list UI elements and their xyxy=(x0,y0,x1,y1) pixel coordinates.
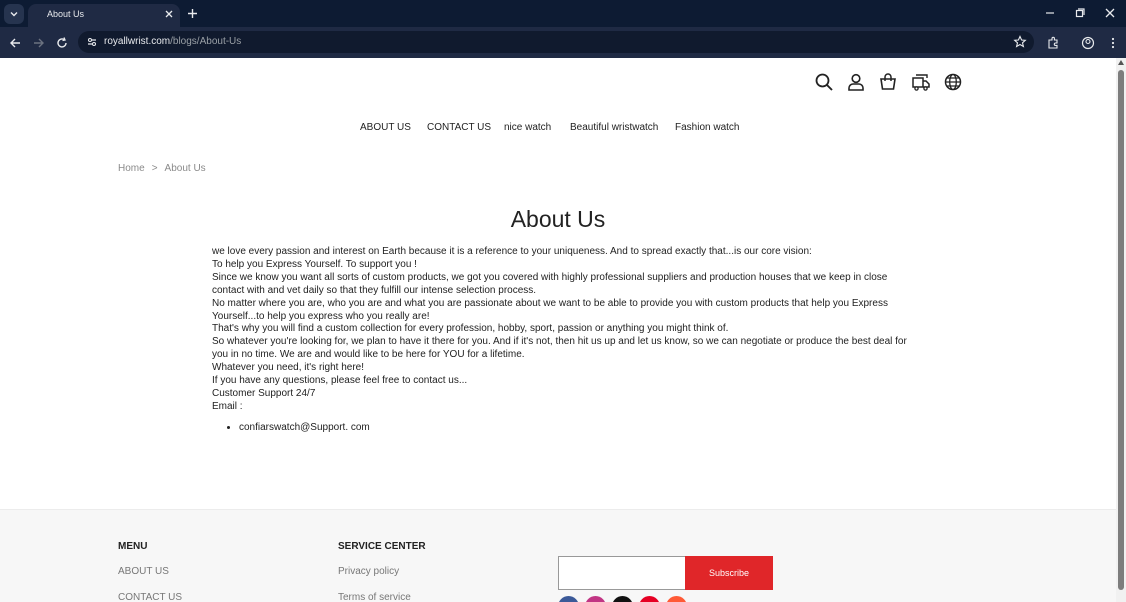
footer-link-privacy-policy[interactable]: Privacy policy xyxy=(338,566,399,577)
breadcrumb-separator: > xyxy=(151,163,158,174)
track-order-icon[interactable] xyxy=(911,72,931,92)
page-title: About Us xyxy=(510,206,606,232)
reload-icon[interactable] xyxy=(55,36,69,50)
extensions-icon[interactable] xyxy=(1046,36,1060,50)
url-text: royallwrist.com/blogs/About-Us xyxy=(104,36,241,47)
profile-icon[interactable] xyxy=(1081,36,1095,50)
youtube-icon[interactable] xyxy=(666,596,687,602)
footer-link-contact-us[interactable]: CONTACT US xyxy=(118,592,182,602)
footer-link-terms-of-service[interactable]: Terms of service xyxy=(338,592,411,602)
footer-link-about-us[interactable]: ABOUT US xyxy=(118,566,169,577)
scroll-up-arrow-icon[interactable] xyxy=(1118,60,1124,65)
url-path: /blogs/About-Us xyxy=(170,36,242,47)
subscribe-button[interactable]: Subscribe xyxy=(685,556,773,590)
new-tab-icon[interactable] xyxy=(187,8,198,19)
account-icon[interactable] xyxy=(846,72,866,92)
browser-tab[interactable]: About Us xyxy=(28,4,180,27)
nav-item-about-us[interactable]: ABOUT US xyxy=(360,122,411,133)
tab-search-button[interactable] xyxy=(4,4,24,24)
article-paragraph: To help you Express Yourself. To support… xyxy=(212,258,417,270)
newsletter-email-input[interactable] xyxy=(558,556,686,590)
menu-dots-icon[interactable] xyxy=(1106,36,1120,50)
footer-service-title: SERVICE CENTER xyxy=(338,541,426,552)
scrollbar-thumb[interactable] xyxy=(1118,70,1124,590)
tab-title: About Us xyxy=(47,9,85,19)
back-icon[interactable] xyxy=(8,36,22,50)
site-info-icon[interactable] xyxy=(86,36,98,48)
search-icon[interactable] xyxy=(814,72,834,92)
article-paragraph: Email : xyxy=(212,400,243,412)
url-host: royallwrist.com xyxy=(104,36,171,47)
article-paragraph: Customer Support 24/7 xyxy=(212,387,316,399)
pinterest-icon[interactable] xyxy=(639,596,660,602)
cart-icon[interactable] xyxy=(878,72,898,92)
window-close-icon[interactable] xyxy=(1104,7,1116,19)
nav-item-fashion-watch[interactable]: Fashion watch xyxy=(675,122,739,133)
web-page: ABOUT US CONTACT US nice watch Beautiful… xyxy=(0,58,1116,602)
article-paragraph: So whatever you're looking for, we plan … xyxy=(212,336,907,361)
address-bar[interactable]: royallwrist.com/blogs/About-Us xyxy=(78,31,1034,53)
nav-item-contact-us[interactable]: CONTACT US xyxy=(427,122,491,133)
chevron-down-icon xyxy=(10,12,18,17)
article-paragraph: No matter where you are, who you are and… xyxy=(212,297,888,322)
forward-icon[interactable] xyxy=(32,36,46,50)
article-paragraph: we love every passion and interest on Ea… xyxy=(212,246,812,257)
bookmark-star-icon[interactable] xyxy=(1013,35,1027,49)
browser-tabbar: About Us xyxy=(0,0,1126,27)
globe-icon[interactable] xyxy=(943,72,963,92)
close-icon[interactable] xyxy=(164,9,174,19)
breadcrumb: Home > About Us xyxy=(118,163,206,174)
article-paragraph: That's why you will find a custom collec… xyxy=(212,323,729,335)
restore-icon[interactable] xyxy=(1074,7,1086,19)
facebook-icon[interactable] xyxy=(558,596,579,602)
email-list: confiarswatch@Support. com xyxy=(239,422,912,435)
minimize-icon[interactable] xyxy=(1044,7,1056,19)
article-paragraph: Whatever you need, it's right here! xyxy=(212,362,364,374)
breadcrumb-home[interactable]: Home xyxy=(118,163,145,174)
x-twitter-icon[interactable] xyxy=(612,596,633,602)
page-scrollbar[interactable] xyxy=(1116,58,1126,602)
article-body: we love every passion and interest on Ea… xyxy=(212,246,912,435)
nav-item-nice-watch[interactable]: nice watch xyxy=(504,122,551,133)
browser-toolbar: royallwrist.com/blogs/About-Us xyxy=(0,27,1126,58)
article-paragraph: Since we know you want all sorts of cust… xyxy=(212,271,888,296)
instagram-icon[interactable] xyxy=(585,596,606,602)
breadcrumb-current: About Us xyxy=(164,163,206,174)
nav-item-beautiful-wristwatch[interactable]: Beautiful wristwatch xyxy=(570,122,658,133)
footer-menu-title: MENU xyxy=(118,541,148,552)
article-paragraph: If you have any questions, please feel f… xyxy=(212,375,468,387)
footer: MENU ABOUT US CONTACT US SERVICE CENTER … xyxy=(0,509,1116,602)
email-list-item: confiarswatch@Support. com xyxy=(239,422,912,435)
